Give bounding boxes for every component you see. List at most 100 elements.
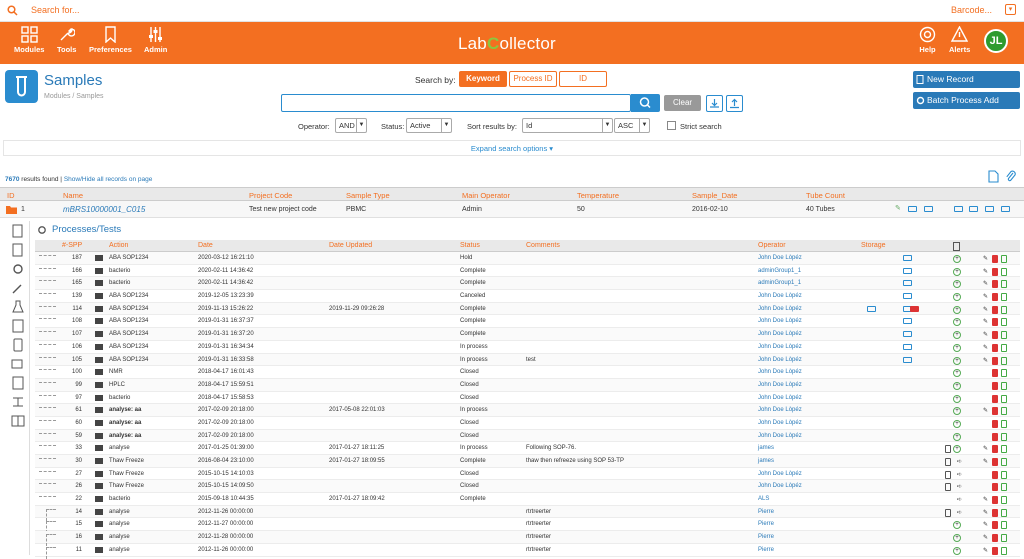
action-name[interactable]: ABA SOP1234	[109, 331, 148, 337]
table-row[interactable]: 108 ABA SOP1234 2019-01-31 16:37:37 Complet…	[35, 315, 1020, 329]
process-operator[interactable]: james	[758, 445, 774, 451]
col-project-code[interactable]: Project Code	[249, 191, 292, 200]
search-document-icon[interactable]	[11, 224, 25, 238]
action-name[interactable]: analyse: aa	[109, 420, 141, 426]
delete-icon[interactable]	[992, 356, 998, 365]
print-icon[interactable]	[954, 206, 963, 212]
add-circle-icon[interactable]: +	[953, 356, 961, 365]
storage-box-icon[interactable]	[903, 280, 912, 287]
edit-icon[interactable]: ✎	[983, 280, 989, 288]
upload-icon[interactable]	[924, 206, 933, 212]
delete-icon[interactable]	[992, 432, 998, 441]
add-circle-icon[interactable]: +	[953, 546, 961, 555]
action-name[interactable]: analyse	[109, 509, 130, 515]
add-circle-icon[interactable]: +	[953, 394, 961, 403]
process-operator[interactable]: John Doe Lòpéz	[758, 293, 802, 299]
edit-icon[interactable]: ✎	[983, 306, 989, 314]
table-row[interactable]: 60 analyse: aa 2017-02-09 20:18:00 Closed Jo…	[35, 417, 1020, 430]
col-tube-count[interactable]: Tube Count	[806, 191, 845, 200]
edit-icon[interactable]: ✎	[983, 293, 989, 301]
action-name[interactable]: ABA SOP1234	[109, 293, 148, 299]
delete-icon[interactable]	[992, 407, 998, 416]
storage-box-icon[interactable]	[903, 318, 912, 325]
workflow-icon[interactable]	[11, 395, 25, 409]
search-icon[interactable]	[7, 5, 19, 17]
process-operator[interactable]: james	[758, 458, 774, 464]
document-icon[interactable]	[945, 445, 951, 454]
sample-name[interactable]: mBRS10000001_C015	[63, 205, 145, 214]
phone-icon[interactable]	[11, 338, 25, 352]
col-sample-type[interactable]: Sample Type	[346, 191, 390, 200]
action-name[interactable]: ABA SOP1234	[109, 357, 148, 363]
process-operator[interactable]: John Doe Lòpéz	[758, 483, 802, 489]
document-icon[interactable]	[1001, 483, 1007, 492]
document-icon[interactable]	[1001, 318, 1007, 327]
delete-icon[interactable]	[992, 255, 998, 263]
add-circle-icon[interactable]: +	[953, 305, 961, 314]
add-circle-icon[interactable]: +	[953, 381, 961, 390]
delete-icon[interactable]	[992, 419, 998, 428]
table-row[interactable]: 61 analyse: aa 2017-02-09 20:18:00 2017-05-…	[35, 404, 1020, 417]
edit-icon[interactable]: ✎	[983, 496, 989, 504]
storage-box-icon[interactable]	[903, 267, 912, 274]
paperclip-icon[interactable]	[1005, 170, 1017, 183]
edit-icon[interactable]: ✎	[983, 534, 989, 542]
breadcrumb[interactable]: Modules / Samples	[44, 93, 104, 100]
process-operator[interactable]: ALS	[758, 496, 769, 502]
storage-box-icon[interactable]	[903, 343, 912, 350]
arrow-right-icon[interactable]: ➪	[957, 509, 966, 517]
action-name[interactable]: bacterio	[109, 268, 130, 274]
nav-help[interactable]: Help	[919, 26, 936, 54]
document-icon[interactable]	[1001, 356, 1007, 365]
nav-modules[interactable]: Modules	[14, 26, 44, 54]
process-operator[interactable]: John Doe Lòpéz	[758, 344, 802, 350]
delete-icon[interactable]	[992, 369, 998, 378]
process-operator[interactable]: John Doe Lòpéz	[758, 255, 802, 261]
nav-admin[interactable]: Admin	[144, 26, 167, 54]
form-icon[interactable]	[11, 376, 25, 390]
table-row[interactable]: 59 analyse: aa 2017-02-09 20:18:00 Closed Jo…	[35, 429, 1020, 443]
strict-search-checkbox[interactable]	[667, 121, 676, 130]
arrow-right-icon[interactable]: ➪	[957, 483, 966, 491]
table-row[interactable]: 107 ABA SOP1234 2019-01-31 16:37:20 Complet…	[35, 328, 1020, 341]
process-operator[interactable]: John Doe Lòpéz	[758, 369, 802, 375]
document-icon[interactable]	[1001, 394, 1007, 403]
add-circle-icon[interactable]: +	[953, 432, 961, 441]
document-icon[interactable]	[1001, 343, 1007, 352]
label-icon[interactable]	[1001, 206, 1010, 212]
process-operator[interactable]: adminGroup1_1	[758, 280, 801, 286]
table-row[interactable]: 30 Thaw Freeze 2016-08-04 23:10:00 2017-01-…	[35, 455, 1020, 468]
edit-icon[interactable]: ✎	[983, 255, 989, 263]
process-operator[interactable]: John Doe Lòpéz	[758, 357, 802, 363]
delete-icon[interactable]	[992, 267, 998, 276]
action-name[interactable]: Thaw Freeze	[109, 458, 144, 464]
document-icon[interactable]	[945, 470, 951, 479]
edit-icon[interactable]: ✎	[983, 547, 989, 555]
search-button[interactable]	[631, 94, 660, 112]
document-icon[interactable]	[1001, 369, 1007, 378]
link-icon[interactable]	[969, 206, 978, 212]
folder-open-icon[interactable]	[6, 206, 18, 214]
edit-icon[interactable]: ✎	[983, 344, 989, 352]
action-name[interactable]: ABA SOP1234	[109, 344, 148, 350]
edit-icon[interactable]: ✎	[983, 357, 989, 365]
document-icon[interactable]	[1001, 445, 1007, 454]
document-icon[interactable]	[1001, 267, 1007, 276]
col-main-operator[interactable]: Main Operator	[462, 191, 510, 200]
table-row[interactable]: 100 NMR 2018-04-17 16:01:43 Closed John Doe …	[35, 366, 1020, 379]
table-row[interactable]: 114 ABA SOP1234 2019-11-13 15:26:22 2019-11…	[35, 302, 1020, 316]
edit-icon[interactable]: ✎	[983, 407, 989, 415]
action-name[interactable]: analyse	[109, 445, 130, 451]
notebook-icon[interactable]	[11, 319, 25, 333]
table-row[interactable]: 139 ABA SOP1234 2019-12-05 13:23:39 Cancele…	[35, 290, 1020, 303]
process-operator[interactable]: adminGroup1_1	[758, 268, 801, 274]
split-document-icon[interactable]	[11, 414, 25, 428]
arrow-right-icon[interactable]: ➪	[957, 471, 966, 479]
add-circle-icon[interactable]: +	[953, 343, 961, 352]
delete-icon[interactable]	[992, 305, 998, 314]
action-name[interactable]: ABA SOP1234	[109, 255, 148, 261]
order-select[interactable]: ASC ▼	[614, 118, 650, 133]
delete-icon[interactable]	[992, 470, 998, 479]
document-icon[interactable]	[1001, 305, 1007, 314]
action-name[interactable]: Thaw Freeze	[109, 471, 144, 477]
